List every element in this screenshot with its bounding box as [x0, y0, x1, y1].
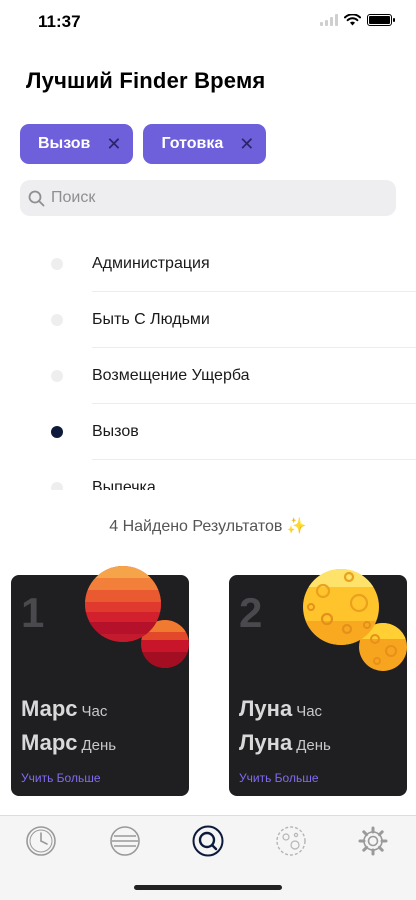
card-number: 1	[21, 589, 45, 636]
day-label: День	[296, 737, 331, 754]
status-bar: 11:37	[0, 0, 416, 44]
tab-planet[interactable]	[108, 824, 142, 858]
radio-dot	[51, 482, 63, 490]
filter-chip-challenge[interactable]: Вызов ✕	[20, 124, 134, 164]
learn-more-link[interactable]: Учить Больше	[21, 771, 101, 785]
card-hour-row: Луна Час	[239, 696, 322, 722]
clock-icon	[26, 826, 56, 856]
wifi-icon	[344, 14, 361, 26]
planet-name: Марс	[21, 730, 78, 755]
list-item[interactable]: Выпечка	[0, 460, 416, 490]
page-title: Лучший Finder Время	[26, 68, 266, 93]
planet-icon	[110, 826, 140, 856]
moon-icon	[276, 826, 306, 856]
search-input[interactable]	[51, 189, 371, 207]
moon-planet-icon	[303, 569, 407, 671]
card-day-row: Луна День	[239, 730, 331, 756]
card-hour-row: Марс Час	[21, 696, 107, 722]
planet-card-moon[interactable]: 2 Луна Час Луна День Учить Больше	[229, 569, 407, 796]
tab-search[interactable]	[191, 824, 225, 858]
filter-chip-cooking[interactable]: Готовка ✕	[143, 124, 267, 164]
results-count: 4 Найдено Результатов ✨	[109, 518, 307, 535]
tab-clock[interactable]	[24, 824, 58, 858]
tab-moon[interactable]	[274, 824, 308, 858]
radio-dot	[51, 258, 63, 270]
tab-settings[interactable]	[356, 824, 390, 858]
list-item[interactable]: Быть С Людьми	[0, 292, 416, 348]
planet-name: Луна	[239, 730, 293, 755]
radio-dot-selected	[51, 426, 63, 438]
status-icons	[320, 14, 395, 26]
battery-icon	[367, 14, 395, 26]
day-label: День	[81, 737, 117, 754]
list-item-label: Быть С Людьми	[92, 311, 210, 328]
status-time: 11:37	[38, 12, 81, 31]
home-indicator	[134, 885, 282, 890]
filter-chips: Вызов ✕ Готовка ✕	[20, 124, 267, 164]
filter-chip-label: Готовка	[161, 135, 224, 152]
close-icon[interactable]: ✕	[106, 135, 121, 153]
hour-label: Час	[296, 703, 323, 720]
gear-icon	[358, 826, 388, 856]
list-item[interactable]: Администрация	[0, 236, 416, 292]
search-bar[interactable]	[20, 180, 396, 216]
hour-label: Час	[81, 703, 108, 720]
category-list: Администрация Быть С Людьми Возмещение У…	[0, 236, 416, 490]
planet-name: Марс	[21, 696, 78, 721]
mars-planet-icon	[85, 566, 189, 668]
search-icon	[28, 190, 45, 206]
planet-name: Луна	[239, 696, 293, 721]
list-item-selected[interactable]: Вызов	[0, 404, 416, 460]
search-icon	[192, 825, 224, 857]
learn-more-link[interactable]: Учить Больше	[239, 771, 319, 785]
list-item-label: Возмещение Ущерба	[92, 367, 250, 384]
list-item[interactable]: Возмещение Ущерба	[0, 348, 416, 404]
list-item-label: Выпечка	[92, 479, 156, 490]
radio-dot	[51, 370, 63, 382]
list-item-label: Вызов	[92, 423, 139, 440]
close-icon[interactable]: ✕	[239, 135, 254, 153]
list-item-label: Администрация	[92, 255, 210, 272]
radio-dot	[51, 314, 63, 326]
filter-chip-label: Вызов	[38, 135, 91, 152]
signal-icon	[320, 14, 338, 26]
card-day-row: Марс День	[21, 730, 116, 756]
card-number: 2	[239, 589, 263, 636]
planet-card-mars[interactable]: 1 Марс Час Марс День Учить Больше	[11, 566, 189, 796]
